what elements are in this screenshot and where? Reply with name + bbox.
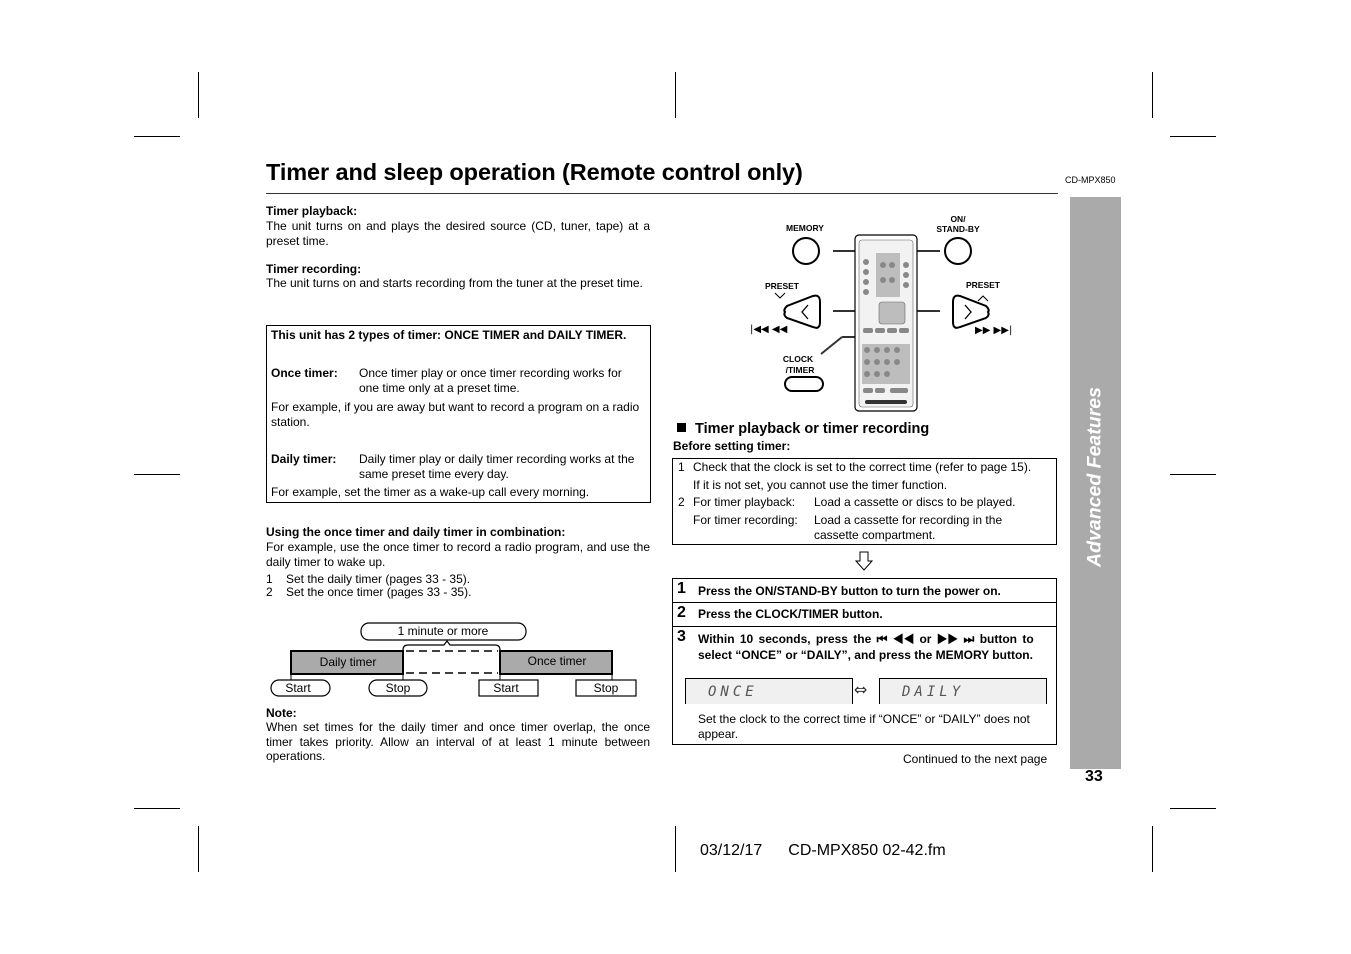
step-number: 2 — [677, 604, 686, 621]
step-text: Press the ON/STAND-BY button to turn the… — [698, 584, 1001, 598]
timer-types-box: This unit has 2 types of timer: ONCE TIM… — [266, 325, 651, 503]
daily-timer-bar-label: Daily timer — [320, 655, 377, 669]
crop-mark — [198, 72, 199, 118]
before-setting-box: 1 Check that the clock is set to the cor… — [672, 458, 1057, 545]
step-text: Within 10 seconds, press the ⏮ ◀◀ or ▶▶ … — [698, 632, 1034, 646]
crop-mark — [675, 826, 676, 872]
crop-mark — [1152, 826, 1153, 872]
step-number: 1 — [677, 580, 686, 597]
step-number: 1 — [266, 572, 273, 586]
preset-right-label: PRESET — [966, 280, 1001, 290]
step-row: 1 Press the ON/STAND-BY button to turn t… — [673, 579, 1056, 603]
crop-mark — [1170, 136, 1216, 137]
daily-timer-example: For example, set the timer as a wake-up … — [271, 485, 590, 499]
crop-mark — [1170, 808, 1216, 809]
note-heading: Note: — [266, 706, 297, 720]
daily-start-label: Start — [285, 681, 311, 695]
note-text: When set times for the daily timer and o… — [266, 720, 650, 763]
step-text: Set the once timer (pages 33 - 35). — [286, 585, 472, 599]
on-standby-label-1: ON/ — [950, 214, 966, 224]
display-once-text: ONCE — [708, 684, 758, 700]
once-timer-bar-label: Once timer — [528, 654, 587, 668]
before-setting-heading: Before setting timer: — [673, 439, 791, 453]
clock-timer-label-1: CLOCK — [783, 354, 814, 364]
crop-mark — [134, 474, 180, 475]
before-item-num: 2 — [678, 495, 685, 509]
once-timer-label: Once timer: — [271, 366, 338, 380]
model-name: CD-MPX850 — [1065, 175, 1116, 185]
timer-types-heading: This unit has 2 types of timer: ONCE TIM… — [271, 328, 627, 342]
crop-mark — [134, 136, 180, 137]
display-daily: DAILY — [879, 678, 1047, 704]
once-stop-label: Stop — [594, 681, 619, 695]
step-text: Press the CLOCK/TIMER button. — [698, 607, 883, 621]
once-start-label: Start — [493, 681, 519, 695]
memory-button-icon — [792, 237, 820, 265]
interval-bracket — [402, 640, 501, 674]
page-number: 33 — [1085, 768, 1103, 785]
page-title: Timer and sleep operation (Remote contro… — [266, 159, 803, 185]
recording-heading: Timer recording: — [266, 262, 362, 276]
footer: 03/12/17 CD-MPX850 02-42.fm — [700, 842, 946, 860]
section-heading: Timer playback or timer recording — [677, 421, 929, 437]
interval-label: 1 minute or more — [398, 624, 489, 638]
step-number: 3 — [677, 628, 686, 645]
display-daily-text: DAILY — [902, 684, 965, 700]
preset-down-chevron-icon — [774, 292, 786, 299]
power-button-icon — [944, 237, 972, 265]
footer-file: CD-MPX850 02-42.fm — [788, 842, 946, 859]
timer-overlap-diagram: 1 minute or more Daily timer Once timer … — [270, 622, 637, 697]
daily-timer-text: Daily timer play or daily timer recordin… — [359, 452, 635, 481]
display-once: ONCE — [685, 678, 853, 704]
side-tab: Advanced Features — [1070, 197, 1121, 769]
daily-timer-label: Daily timer: — [271, 452, 337, 466]
section-heading-text: Timer playback or timer recording — [695, 421, 930, 437]
crop-mark — [134, 808, 180, 809]
once-timer-example: For example, if you are away but want to… — [271, 400, 640, 429]
rewind-skip-icon: |◀◀ ◀◀ — [750, 324, 788, 335]
before-item-text: Load a cassette for recording in the — [814, 513, 1003, 527]
title-rule — [266, 193, 1058, 194]
crop-mark — [1152, 72, 1153, 118]
clock-timer-label-2: /TIMER — [786, 365, 815, 375]
memory-label: MEMORY — [786, 223, 824, 233]
step-row: 2 Press the CLOCK/TIMER button. — [673, 603, 1056, 627]
daily-stop-label: Stop — [386, 681, 411, 695]
step-text: select “ONCE” or “DAILY”, and press the … — [698, 648, 1033, 662]
before-item-num: 1 — [678, 460, 685, 474]
steps-box: 1 Press the ON/STAND-BY button to turn t… — [672, 578, 1057, 745]
side-tab-label: Advanced Features — [1083, 387, 1106, 567]
clock-timer-button-icon — [784, 376, 824, 392]
footer-date: 03/12/17 — [700, 842, 763, 859]
step-number: 2 — [266, 585, 273, 599]
preset-up-chevron-icon — [977, 295, 989, 302]
down-arrow-icon — [855, 551, 873, 571]
combination-text: For example, use the once timer to recor… — [266, 540, 650, 569]
crop-mark — [1170, 474, 1216, 475]
combination-step-2: 2 Set the once timer (pages 33 - 35). — [266, 585, 471, 600]
crop-mark — [198, 826, 199, 872]
before-item-label: For timer recording: — [693, 513, 798, 527]
remote-illustration: MEMORY ON/ STAND-BY PRESET PRESET CLOCK … — [750, 214, 1012, 412]
playback-heading: Timer playback: — [266, 204, 358, 218]
before-item-text: Check that the clock is set to the corre… — [693, 460, 1032, 474]
before-item-text: cassette compartment. — [814, 528, 936, 542]
left-right-arrow-icon: ⇔ — [854, 680, 868, 699]
continued-note: Continued to the next page — [903, 752, 1048, 766]
forward-skip-icon: ▶▶ ▶▶| — [975, 325, 1012, 336]
step3-note: Set the clock to the correct time if “ON… — [698, 712, 1030, 741]
before-item-text: If it is not set, you cannot use the tim… — [693, 478, 948, 492]
on-standby-label-2: STAND-BY — [936, 224, 980, 234]
crop-mark — [675, 72, 676, 118]
recording-text: The unit turns on and starts recording f… — [266, 276, 643, 290]
before-item-text: Load a cassette or discs to be played. — [814, 495, 1016, 509]
preset-left-label: PRESET — [765, 281, 800, 291]
square-bullet-icon — [677, 423, 686, 432]
combination-heading: Using the once timer and daily timer in … — [266, 525, 566, 539]
playback-text: The unit turns on and plays the desired … — [266, 219, 650, 248]
once-timer-text: Once timer play or once timer recording … — [359, 366, 622, 395]
before-item-label: For timer playback: — [693, 495, 796, 509]
